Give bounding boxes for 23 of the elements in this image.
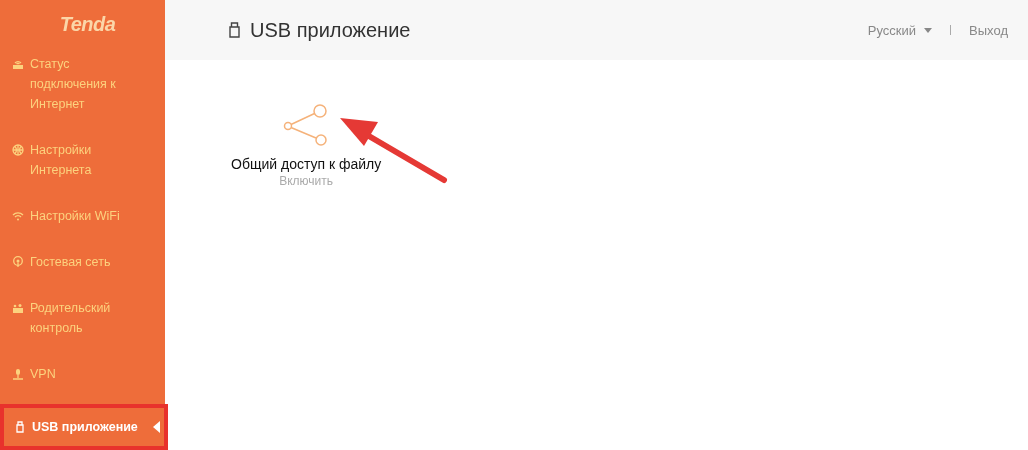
sidebar-item[interactable]: Гостевая сеть [0,246,165,292]
sidebar-item[interactable]: VPN [0,358,165,404]
sidebar-item[interactable]: Статус подключения к Интернет [0,48,165,134]
usb-icon [14,421,26,433]
pointer-icon [153,421,160,433]
family-icon [12,302,24,314]
logout-link[interactable]: Выход [969,22,1008,38]
sidebar-item[interactable]: Настройки Интернета [0,134,165,200]
language-select[interactable]: Русский [867,22,933,38]
signal-icon [12,256,24,268]
caret-icon [924,27,933,33]
title-text: USB приложение [250,18,411,42]
app-name: Общий доступ к файлу [231,156,382,172]
wifi-icon [12,210,24,222]
sidebar-item[interactable]: Родительский контроль [0,292,165,358]
vpn-icon [12,368,24,380]
enable-link[interactable]: Включить [279,174,334,188]
logo: Tenda [58,11,117,37]
usb-icon [229,22,240,38]
sidebar-item[interactable]: Настройки WiFi [0,200,165,246]
router-icon [12,58,24,70]
sidebar-item[interactable]: USB приложение [0,404,168,450]
globe-icon [12,144,24,156]
